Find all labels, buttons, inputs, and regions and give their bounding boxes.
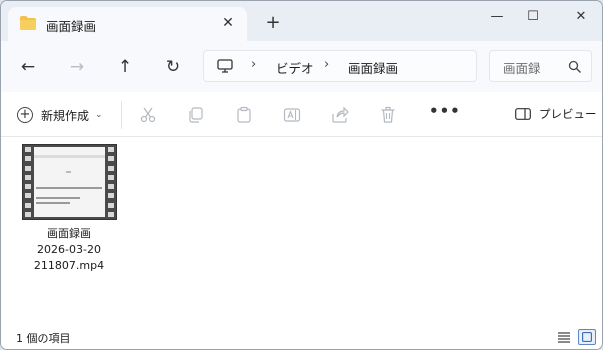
- search-icon[interactable]: [568, 60, 582, 74]
- command-bar: + 新規作成 ⌄ ••• プレビュー: [1, 92, 602, 137]
- share-icon[interactable]: [329, 104, 351, 126]
- file-name-line: 画面録画: [47, 227, 91, 240]
- cut-icon[interactable]: [137, 104, 159, 126]
- toolbar-divider: [121, 101, 122, 129]
- computer-icon: [217, 59, 233, 73]
- new-button-label: 新規作成: [41, 108, 90, 123]
- forward-button[interactable]: →: [65, 55, 89, 79]
- back-button[interactable]: ←: [16, 55, 40, 79]
- delete-icon[interactable]: [377, 104, 399, 126]
- details-view-icon[interactable]: [555, 329, 573, 345]
- search-placeholder: 画面録: [503, 61, 541, 76]
- preview-pane-button[interactable]: プレビュー: [515, 106, 597, 122]
- item-count: 1 個の項目: [16, 332, 71, 345]
- film-strip-icon: [107, 147, 115, 217]
- search-box[interactable]: 画面録: [489, 50, 592, 82]
- up-button[interactable]: ↑: [113, 55, 137, 79]
- breadcrumb-videos[interactable]: ビデオ: [276, 58, 314, 77]
- close-tab-icon[interactable]: ✕: [218, 13, 238, 33]
- status-bar: 1 個の項目: [1, 321, 602, 349]
- close-window-button[interactable]: ✕: [564, 6, 598, 28]
- folder-icon: [20, 16, 36, 30]
- large-icons-view-icon[interactable]: [578, 329, 596, 345]
- film-strip-icon: [24, 147, 32, 217]
- file-explorer-window: 画面録画 ✕ + — ☐ ✕ ← → ↑ ↻ › ビデオ › 画面録画 画面録: [0, 0, 603, 350]
- file-item-video[interactable]: 画面録画 2026-03-20 211807.mp4: [19, 144, 119, 274]
- file-name-line: 211807.mp4: [33, 259, 105, 272]
- breadcrumb-screen-recordings[interactable]: 画面録画: [348, 58, 398, 77]
- maximize-button[interactable]: ☐: [516, 6, 550, 28]
- chevron-down-icon: ⌄: [95, 110, 103, 120]
- plus-icon: +: [17, 107, 33, 123]
- more-options-button[interactable]: •••: [429, 102, 461, 120]
- video-preview-frame: [33, 147, 105, 217]
- title-bar: 画面録画 ✕ + — ☐ ✕: [1, 1, 602, 42]
- file-list: 画面録画 2026-03-20 211807.mp4: [1, 138, 602, 321]
- preview-pane-icon: [515, 108, 531, 120]
- breadcrumb-separator[interactable]: ›: [324, 57, 329, 72]
- breadcrumb-separator[interactable]: ›: [251, 57, 256, 72]
- file-name: 画面録画 2026-03-20 211807.mp4: [19, 226, 119, 274]
- new-button[interactable]: + 新規作成 ⌄: [17, 103, 103, 127]
- video-thumbnail: [21, 144, 117, 220]
- navigation-bar: ← → ↑ ↻ › ビデオ › 画面録画 画面録: [1, 41, 602, 92]
- preview-label: プレビュー: [539, 107, 597, 121]
- paste-icon[interactable]: [233, 104, 255, 126]
- minimize-button[interactable]: —: [480, 6, 514, 28]
- copy-icon[interactable]: [185, 104, 207, 126]
- file-name-line: 2026-03-20: [37, 243, 101, 256]
- rename-icon[interactable]: [281, 104, 303, 126]
- tab-title: 画面録画: [46, 19, 97, 34]
- address-bar[interactable]: › ビデオ › 画面録画: [203, 50, 477, 82]
- refresh-button[interactable]: ↻: [161, 55, 185, 79]
- new-tab-button[interactable]: +: [263, 13, 283, 33]
- tab-screen-recordings[interactable]: 画面録画 ✕: [8, 7, 247, 42]
